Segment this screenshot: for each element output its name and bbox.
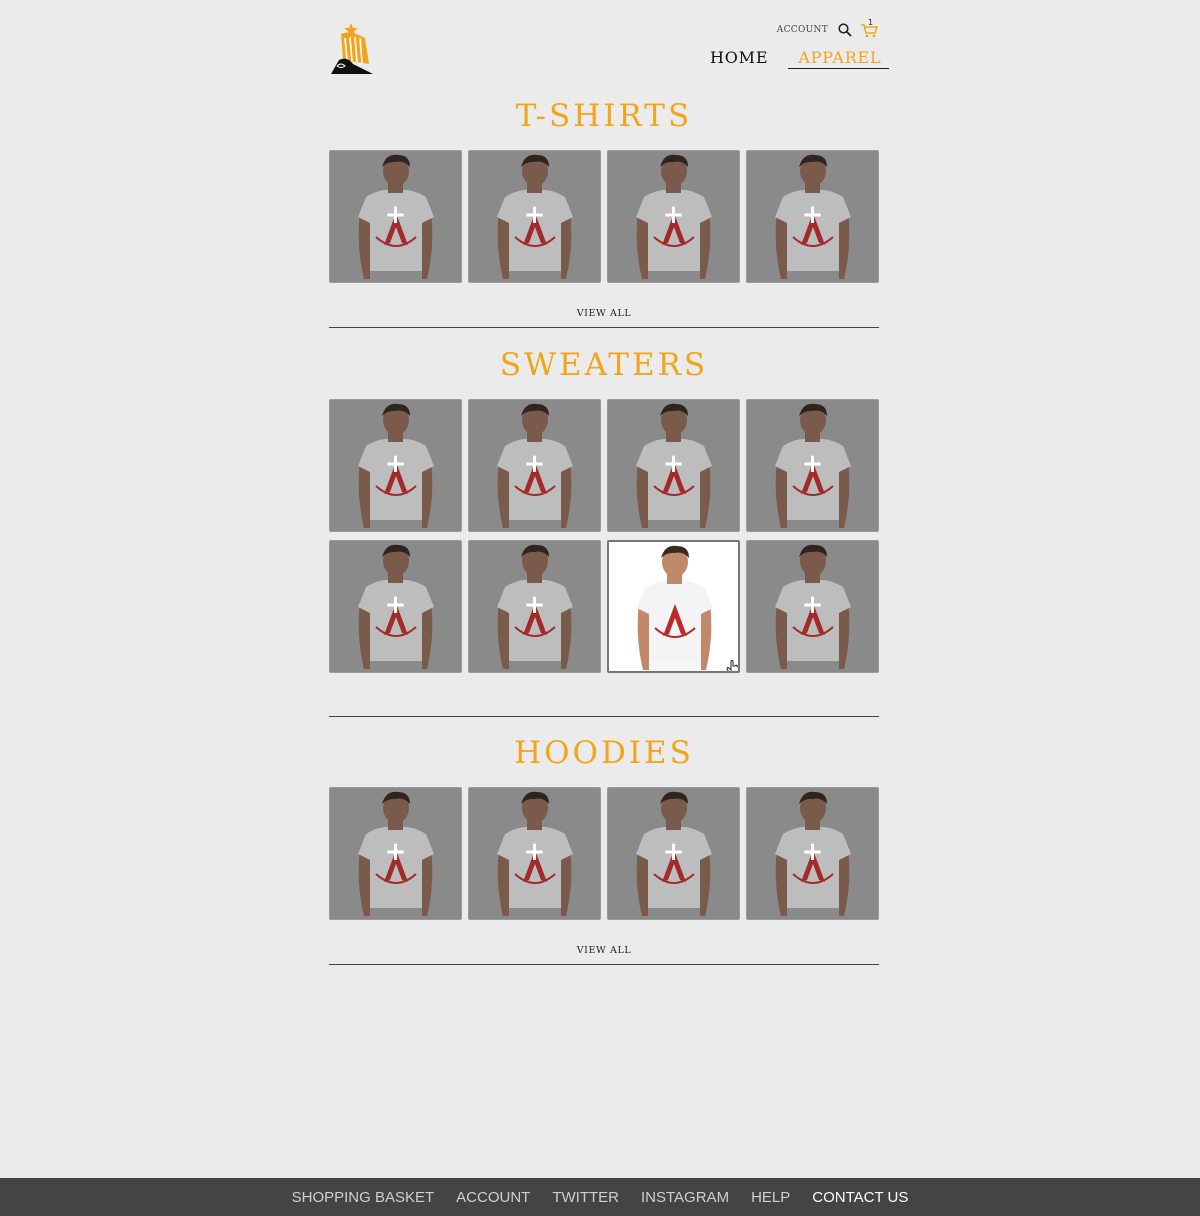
divider: [329, 716, 879, 717]
product-tile[interactable]: +: [746, 787, 879, 920]
product-tile-hovered[interactable]: [607, 540, 740, 673]
nav-apparel[interactable]: APPAREL: [788, 48, 890, 69]
view-all-hoodies-link[interactable]: VIEW ALL: [329, 945, 879, 956]
product-tile[interactable]: +: [329, 540, 462, 673]
product-tile[interactable]: +: [746, 399, 879, 532]
product-tile[interactable]: +: [746, 150, 879, 283]
hand-cursor-icon: [726, 660, 738, 671]
tshirts-grid: + + + +: [329, 150, 879, 283]
add-plus-icon: +: [384, 199, 407, 230]
product-tile[interactable]: +: [468, 150, 601, 283]
add-plus-icon: +: [384, 589, 407, 620]
product-tile[interactable]: +: [746, 540, 879, 673]
product-tile[interactable]: +: [329, 787, 462, 920]
main-nav: HOME APPAREL: [700, 48, 890, 69]
add-plus-icon: +: [801, 589, 824, 620]
search-icon[interactable]: [838, 23, 852, 37]
add-plus-icon: +: [384, 836, 407, 867]
product-tile[interactable]: +: [468, 399, 601, 532]
account-link[interactable]: ACCOUNT: [777, 25, 828, 35]
section-title-hoodies: HOODIES: [514, 735, 694, 771]
utility-bar: ACCOUNT 1: [777, 18, 878, 38]
footer-nav: SHOPPING BASKET ACCOUNT TWITTER INSTAGRA…: [0, 1178, 1200, 1216]
divider: [329, 964, 879, 965]
add-plus-icon: +: [662, 836, 685, 867]
add-plus-icon: +: [801, 448, 824, 479]
product-tile[interactable]: +: [607, 150, 740, 283]
product-tile[interactable]: +: [329, 399, 462, 532]
cart-count-badge: 1: [868, 18, 874, 27]
product-image: [609, 542, 738, 671]
brand-logo[interactable]: [329, 20, 375, 76]
product-tile[interactable]: +: [607, 787, 740, 920]
product-tile[interactable]: +: [607, 399, 740, 532]
add-plus-icon: +: [523, 199, 546, 230]
add-plus-icon: +: [662, 448, 685, 479]
section-title-sweaters: SWEATERS: [499, 347, 709, 383]
sweaters-grid: + + + + + + +: [329, 399, 879, 673]
footer-link-twitter[interactable]: TWITTER: [552, 1189, 619, 1206]
footer-link-contact-us[interactable]: CONTACT US: [812, 1189, 908, 1206]
footer-link-instagram[interactable]: INSTAGRAM: [641, 1189, 729, 1206]
add-plus-icon: +: [384, 448, 407, 479]
product-tile[interactable]: +: [329, 150, 462, 283]
add-plus-icon: +: [801, 199, 824, 230]
add-plus-icon: +: [523, 448, 546, 479]
hoodies-grid: + + + +: [329, 787, 879, 920]
product-tile[interactable]: +: [468, 540, 601, 673]
section-title-tshirts: T-SHIRTS: [515, 98, 693, 134]
add-plus-icon: +: [523, 836, 546, 867]
add-plus-icon: +: [801, 836, 824, 867]
footer-link-account[interactable]: ACCOUNT: [456, 1189, 530, 1206]
nav-home[interactable]: HOME: [700, 48, 778, 68]
footer-link-shopping-basket[interactable]: SHOPPING BASKET: [292, 1189, 435, 1206]
cart-button[interactable]: 1: [860, 18, 878, 38]
footer-link-help[interactable]: HELP: [751, 1189, 790, 1206]
product-tile[interactable]: +: [468, 787, 601, 920]
add-plus-icon: +: [662, 199, 685, 230]
add-plus-icon: +: [523, 589, 546, 620]
divider: [329, 327, 879, 328]
view-all-tshirts-link[interactable]: VIEW ALL: [329, 308, 879, 319]
